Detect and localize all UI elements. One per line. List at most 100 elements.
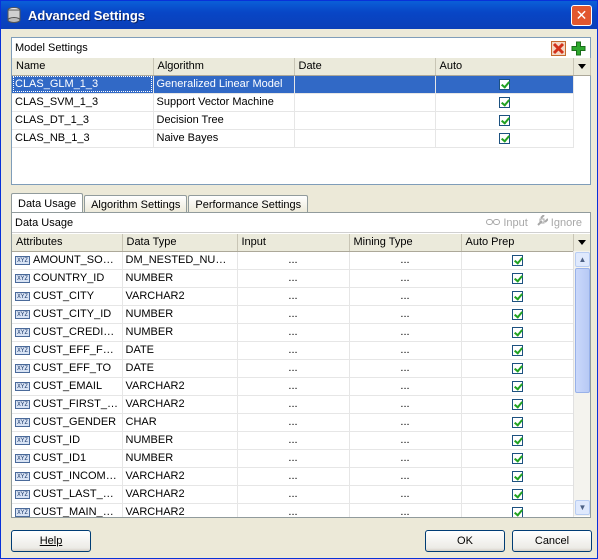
input-cell[interactable]: ... (237, 467, 350, 486)
input-cell[interactable]: ... (237, 485, 350, 504)
table-row[interactable]: XYZ CUST_EMAIL VARCHAR2...... (12, 377, 590, 396)
column-menu-button[interactable] (573, 58, 591, 76)
mining-type-cell[interactable]: ... (349, 503, 462, 517)
attribute-type-icon: XYZ (15, 363, 30, 373)
table-row[interactable]: CLAS_SVM_1_3 Support Vector Machine (12, 93, 590, 112)
auto-prep-checkbox[interactable] (511, 308, 523, 320)
auto-checkbox[interactable] (498, 96, 510, 108)
ignore-button[interactable]: Ignore (536, 214, 582, 230)
auto-prep-checkbox[interactable] (511, 344, 523, 356)
table-row[interactable]: CLAS_DT_1_3 Decision Tree (12, 111, 590, 130)
auto-prep-checkbox[interactable] (511, 362, 523, 374)
input-cell[interactable]: ... (237, 323, 350, 342)
col-algorithm-header[interactable]: Algorithm (153, 58, 295, 76)
input-cell[interactable]: ... (237, 359, 350, 378)
col-attributes-header[interactable]: Attributes (12, 234, 123, 252)
input-cell[interactable]: ... (237, 287, 350, 306)
input-cell[interactable]: ... (237, 251, 350, 270)
attribute-name: CUST_LAST_NAME (33, 488, 121, 500)
tab-algorithm-settings[interactable]: Algorithm Settings (84, 195, 188, 213)
col-miningtype-header[interactable]: Mining Type (349, 234, 462, 252)
input-cell[interactable]: ... (237, 305, 350, 324)
table-row[interactable]: XYZCUST_LAST_NAMEVARCHAR2...... (12, 485, 590, 504)
input-cell[interactable]: ... (237, 269, 350, 288)
auto-prep-checkbox[interactable] (511, 272, 523, 284)
mining-type-cell[interactable]: ... (349, 449, 462, 468)
mining-type-cell[interactable]: ... (349, 377, 462, 396)
model-name: CLAS_SVM_1_3 (12, 93, 154, 112)
table-row[interactable]: XYZ CUST_ID NUMBER...... (12, 431, 590, 450)
auto-prep-checkbox[interactable] (511, 434, 523, 446)
table-row[interactable]: XYZ CUST_CITY_ID NUMBER...... (12, 305, 590, 324)
input-cell[interactable]: ... (237, 449, 350, 468)
input-cell[interactable]: ... (237, 377, 350, 396)
table-row[interactable]: XYZ CUST_GENDER CHAR...... (12, 413, 590, 432)
auto-checkbox[interactable] (498, 132, 510, 144)
auto-prep-checkbox[interactable] (511, 380, 523, 392)
scroll-down-icon[interactable]: ▼ (575, 500, 590, 515)
auto-prep-checkbox[interactable] (511, 398, 523, 410)
mining-type-cell[interactable]: ... (349, 485, 462, 504)
tab-performance-settings[interactable]: Performance Settings (188, 195, 309, 213)
table-row[interactable]: XYZAMOUNT_SOLD_...DM_NESTED_NUMERI......… (12, 251, 590, 270)
table-row[interactable]: XYZ CUST_EFF_FROM DATE...... (12, 341, 590, 360)
vertical-scrollbar[interactable]: ▲ ▼ (573, 251, 590, 516)
table-row[interactable]: XYZCUST_FIRST_NAMEVARCHAR2...... (12, 395, 590, 414)
model-auto (435, 111, 574, 130)
table-row[interactable]: XYZ CUST_ID1 NUMBER...... (12, 449, 590, 468)
mining-type-cell[interactable]: ... (349, 395, 462, 414)
help-button[interactable]: Help (11, 530, 91, 552)
scroll-up-icon[interactable]: ▲ (575, 252, 590, 267)
auto-prep-checkbox[interactable] (511, 416, 523, 428)
table-row[interactable]: XYZ CUST_EFF_TO DATE...... (12, 359, 590, 378)
input-button[interactable]: Input (486, 217, 528, 229)
auto-prep-checkbox[interactable] (511, 488, 523, 500)
data-type: DM_NESTED_NUMERI... (122, 251, 238, 270)
scroll-thumb[interactable] (575, 268, 590, 393)
col-auto-header[interactable]: Auto (435, 58, 574, 76)
auto-prep-checkbox[interactable] (511, 506, 523, 517)
delete-model-button[interactable] (550, 40, 567, 57)
input-cell[interactable]: ... (237, 395, 350, 414)
close-button[interactable]: ✕ (571, 5, 592, 26)
input-cell[interactable]: ... (237, 413, 350, 432)
mining-type-cell[interactable]: ... (349, 269, 462, 288)
input-cell[interactable]: ... (237, 341, 350, 360)
ok-button[interactable]: OK (425, 530, 505, 552)
mining-type-cell[interactable]: ... (349, 413, 462, 432)
table-row[interactable]: XYZ CUST_MAIN_PH... VARCHAR2...... (12, 503, 590, 517)
mining-type-cell[interactable]: ... (349, 359, 462, 378)
mining-type-cell[interactable]: ... (349, 467, 462, 486)
cancel-button[interactable]: Cancel (512, 530, 592, 552)
attribute-cell: XYZ CUST_EMAIL (12, 377, 123, 396)
mining-type-cell[interactable]: ... (349, 287, 462, 306)
auto-checkbox[interactable] (498, 114, 510, 126)
auto-prep-checkbox[interactable] (511, 452, 523, 464)
auto-prep-checkbox[interactable] (511, 290, 523, 302)
input-cell[interactable]: ... (237, 431, 350, 450)
table-row[interactable]: XYZCUST_INCOME_L...VARCHAR2...... (12, 467, 590, 486)
auto-prep-checkbox[interactable] (511, 470, 523, 482)
table-row[interactable]: XYZ CUST_CITY VARCHAR2...... (12, 287, 590, 306)
tab-data-usage[interactable]: Data Usage (11, 193, 84, 213)
mining-type-cell[interactable]: ... (349, 431, 462, 450)
auto-prep-checkbox[interactable] (511, 326, 523, 338)
mining-type-cell[interactable]: ... (349, 323, 462, 342)
column-menu-button[interactable] (573, 234, 590, 252)
mining-type-cell[interactable]: ... (349, 305, 462, 324)
table-row[interactable]: XYZCUST_CREDIT_LI...NUMBER...... (12, 323, 590, 342)
auto-checkbox[interactable] (498, 78, 510, 90)
auto-prep-checkbox[interactable] (511, 254, 523, 266)
col-autoprep-header[interactable]: Auto Prep (461, 234, 574, 252)
add-model-button[interactable] (570, 40, 587, 57)
mining-type-cell[interactable]: ... (349, 251, 462, 270)
col-input-header[interactable]: Input (237, 234, 350, 252)
col-datatype-header[interactable]: Data Type (122, 234, 238, 252)
table-row[interactable]: CLAS_GLM_1_3 Generalized Linear Model (12, 75, 590, 94)
col-name-header[interactable]: Name (12, 58, 154, 76)
input-cell[interactable]: ... (237, 503, 350, 517)
mining-type-cell[interactable]: ... (349, 341, 462, 360)
table-row[interactable]: XYZ COUNTRY_ID NUMBER...... (12, 269, 590, 288)
col-date-header[interactable]: Date (294, 58, 436, 76)
table-row[interactable]: CLAS_NB_1_3 Naive Bayes (12, 129, 590, 148)
